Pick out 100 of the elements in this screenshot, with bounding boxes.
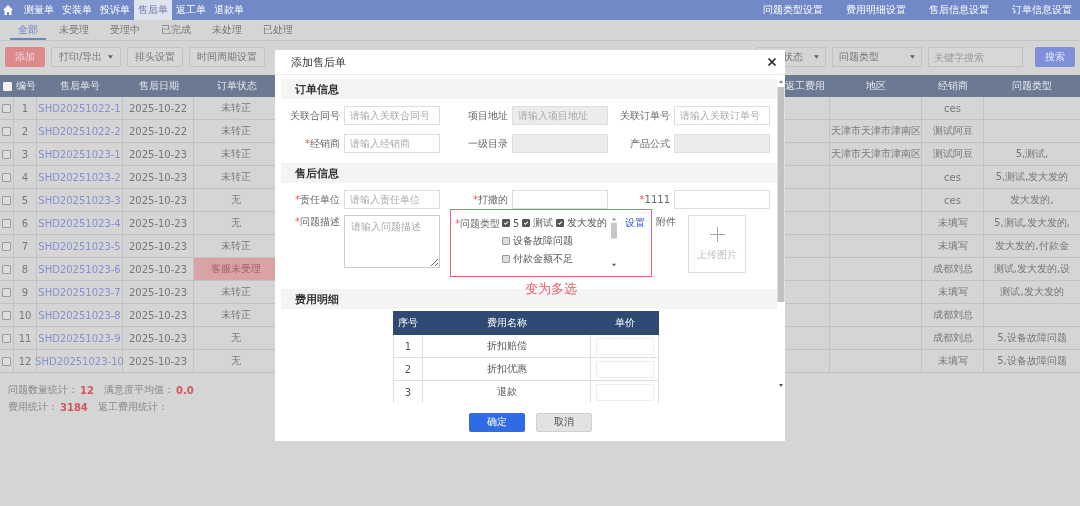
export-button[interactable]: 打印/导出 (51, 47, 122, 67)
table-cell: 5,设备故障问题 (997, 331, 1067, 345)
row-checkbox[interactable] (2, 333, 11, 343)
table-cell: 未转正 (221, 285, 251, 299)
input-field[interactable]: 请输入关联订单号 (674, 106, 770, 125)
table-cell: 发大发的,付款金 (995, 239, 1069, 253)
settings-link[interactable]: 设置 (625, 216, 646, 230)
table-cell: 未填写 (937, 354, 968, 368)
table-cell: 成都刘总 (932, 262, 973, 276)
row-checkbox[interactable] (2, 241, 11, 251)
scrollbar[interactable] (610, 216, 619, 268)
input-field[interactable]: 请输入经销商 (344, 134, 440, 153)
row-checkbox[interactable] (2, 356, 11, 366)
table-cell: 2025-10-22 (128, 102, 188, 114)
nav-link[interactable]: 售后信息设置 (929, 3, 989, 17)
input-field[interactable]: 请输入关联合同号 (344, 106, 440, 125)
close-icon[interactable] (767, 57, 777, 67)
option-checkbox[interactable]: 发大发的 (556, 216, 608, 230)
stat-label: 满意度平均值： (103, 383, 174, 397)
header-settings-button[interactable]: 排头设置 (127, 47, 184, 67)
required-mark: * (295, 216, 300, 227)
field-label: 关联订单号 (620, 109, 670, 121)
required-mark: * (305, 137, 310, 149)
check-icon (523, 220, 530, 226)
table-cell: 无 (231, 331, 241, 345)
nav-item[interactable]: 售后单 (134, 0, 172, 20)
row-checkbox[interactable] (2, 218, 11, 228)
order-link[interactable]: SHD20251023-6 (38, 263, 121, 275)
tab[interactable]: 全部 (10, 20, 46, 40)
table-cell: 5,设备故障问题 (997, 354, 1067, 368)
table-cell: 发大发的, (1010, 193, 1054, 207)
order-link[interactable]: SHD20251022-1 (38, 102, 121, 114)
table-cell: 未转正 (221, 147, 251, 161)
nav-item[interactable]: 测量单 (20, 0, 58, 20)
order-link[interactable]: SHD20251023-1 (38, 148, 121, 160)
order-link[interactable]: SHD20251023-10 (35, 355, 124, 367)
period-settings-button[interactable]: 时间周期设置 (189, 47, 266, 67)
select-all-checkbox[interactable] (2, 81, 12, 91)
option-checkbox[interactable]: 测试 (522, 216, 554, 230)
search-button[interactable]: 搜索 (1035, 47, 1075, 67)
order-link[interactable]: SHD20251023-9 (38, 332, 121, 344)
nav-item[interactable]: 投诉单 (96, 0, 134, 20)
nav-link[interactable]: 订单信息设置 (1012, 3, 1072, 17)
row-checkbox[interactable] (2, 149, 11, 159)
nav-link[interactable]: 费用明细设置 (846, 3, 906, 17)
table-cell: 测试,发大发的,设 (993, 262, 1071, 276)
row-checkbox[interactable] (2, 287, 11, 297)
check-icon (557, 220, 564, 226)
nav-item[interactable]: 安装单 (58, 0, 96, 20)
table-cell: 4 (21, 171, 29, 183)
row-checkbox[interactable] (2, 103, 11, 113)
table-cell: 2025-10-23 (128, 355, 188, 367)
option-checkbox[interactable]: 5 (502, 216, 520, 230)
tab[interactable]: 已完成 (153, 20, 199, 40)
tab[interactable]: 已处理 (255, 20, 301, 40)
table-cell: 成都刘总 (932, 308, 973, 322)
option-checkbox[interactable]: 设备故障问题 (502, 234, 573, 248)
order-link[interactable]: SHD20251022-2 (38, 125, 121, 137)
section-title: 费用明细 (295, 291, 339, 307)
row-checkbox[interactable] (2, 195, 11, 205)
tab[interactable]: 未处理 (204, 20, 250, 40)
order-link[interactable]: SHD20251023-3 (38, 194, 121, 206)
caret-icon (910, 55, 915, 59)
row-checkbox[interactable] (2, 264, 11, 274)
order-link[interactable]: SHD20251023-8 (38, 309, 121, 321)
input-field[interactable] (674, 190, 770, 209)
table-cell: 无 (231, 354, 241, 368)
option-checkbox[interactable]: 付款金额不足 (502, 252, 573, 266)
order-link[interactable]: SHD20251023-5 (38, 240, 121, 252)
table-cell: 2025-10-23 (128, 194, 188, 206)
confirm-button[interactable]: 确定 (468, 412, 525, 432)
table-cell: 天津市天津市津南区 (830, 124, 921, 138)
table-cell: ces (944, 194, 961, 206)
cancel-button[interactable]: 取消 (535, 412, 592, 432)
home-icon[interactable] (2, 4, 14, 16)
issue-type-select[interactable]: 问题类型 (832, 47, 922, 67)
nav-item[interactable]: 退款单 (210, 0, 248, 20)
stat-label: 返工费用统计： (97, 400, 168, 414)
column-header: 序号 (396, 316, 419, 330)
table-cell: 2025-10-23 (128, 286, 188, 298)
column-header: 单价 (614, 316, 636, 330)
order-link[interactable]: SHD20251023-4 (38, 217, 121, 229)
order-link[interactable]: SHD20251023-7 (38, 286, 121, 298)
row-checkbox[interactable] (2, 126, 11, 136)
input-field[interactable] (512, 190, 608, 209)
table-cell: 12 (18, 355, 32, 367)
tab[interactable]: 未受理 (51, 20, 97, 40)
row-checkbox[interactable] (2, 172, 11, 182)
order-link[interactable]: SHD20251023-2 (38, 171, 121, 183)
column-header: 问题类型 (1011, 79, 1053, 93)
row-checkbox[interactable] (2, 310, 11, 320)
add-button[interactable]: 添加 (5, 47, 45, 67)
table-cell: 折扣优惠 (486, 362, 527, 376)
nav-item[interactable]: 返工单 (172, 0, 210, 20)
description-field[interactable]: 请输入问题描述 (344, 215, 440, 268)
tab[interactable]: 受理中 (102, 20, 148, 40)
table-cell: 2025-10-23 (128, 263, 188, 275)
input-field[interactable]: 请输入责任单位 (344, 190, 440, 209)
nav-link[interactable]: 问题类型设置 (763, 3, 823, 17)
field-label: 打撒的 (478, 193, 508, 205)
